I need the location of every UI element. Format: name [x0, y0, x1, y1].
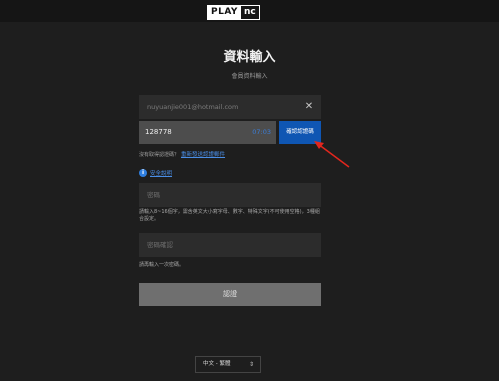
page-subtitle: 會員資料輸入 [231, 73, 268, 80]
verify-code-button[interactable]: 確認認證碼 [279, 121, 321, 144]
logo-nc-text: nc [240, 6, 259, 19]
info-icon: i [139, 169, 147, 177]
verification-code-field[interactable]: 128778 07:03 [139, 121, 276, 144]
verification-code-value: 128778 [145, 128, 172, 136]
page-title: 資料輸入 [223, 50, 276, 65]
submit-button[interactable]: 認證 [139, 283, 321, 306]
password-field [139, 183, 321, 207]
email-input[interactable] [139, 95, 321, 119]
password-confirm-hint: 請再輸入一次密碼。 [139, 262, 185, 268]
annotation-arrow-line [317, 143, 350, 168]
password-confirm-input[interactable] [139, 233, 321, 257]
security-row: i 安全說明 [139, 169, 172, 177]
chevron-updown-icon: ⇕ [248, 361, 254, 368]
email-field: ✕ [139, 95, 321, 119]
resend-prompt: 沒有取得認證碼？ [139, 152, 180, 158]
top-bar: PLAY nc [0, 0, 499, 22]
security-info-link[interactable]: 安全說明 [150, 169, 172, 177]
resend-email-link[interactable]: 重新發送認證郵件 [181, 152, 225, 158]
resend-row: 沒有取得認證碼？ 重新發送認證郵件 [139, 150, 225, 158]
logo-play-text: PLAY [208, 6, 241, 19]
close-icon[interactable]: ✕ [303, 101, 315, 113]
countdown-timer: 07:03 [252, 128, 271, 136]
plaync-logo[interactable]: PLAY nc [207, 5, 260, 20]
password-input[interactable] [139, 183, 321, 207]
password-hint: 請輸入8~16個字，需含英文大小寫字母、數字、特殊文字(不可使用空格)，3種組合… [139, 209, 320, 222]
language-select[interactable]: 中文 - 繁體 ⇕ [195, 356, 261, 373]
password-confirm-field [139, 233, 321, 257]
language-selected: 中文 - 繁體 [203, 361, 231, 367]
